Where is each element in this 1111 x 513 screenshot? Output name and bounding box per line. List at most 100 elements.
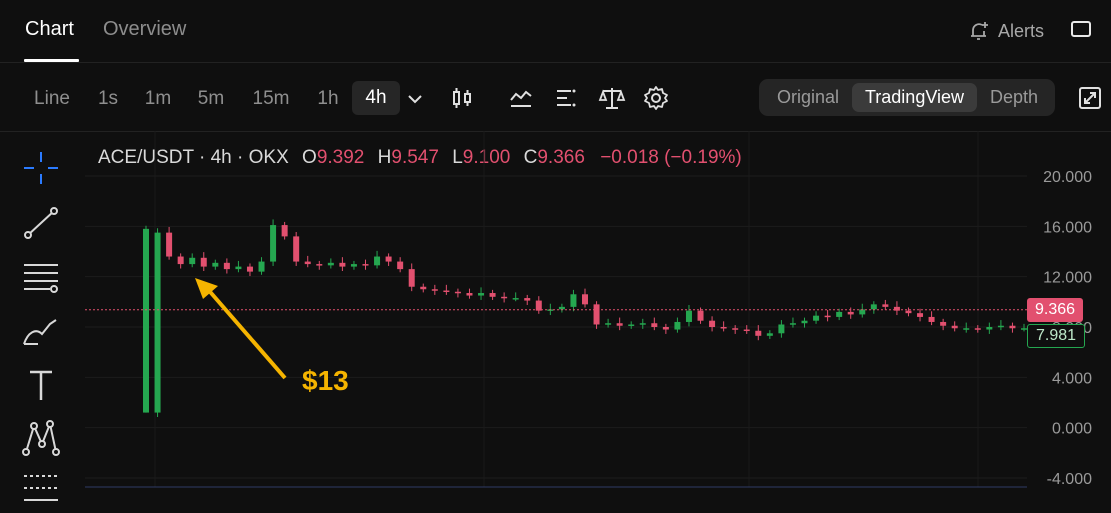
candle-body (166, 232, 173, 257)
candle-body (524, 298, 531, 301)
candle-body (685, 310, 692, 322)
candle-body (813, 315, 820, 321)
bell-plus-icon (971, 22, 988, 40)
interval-1s[interactable]: 1s (92, 86, 124, 112)
candle-body (616, 323, 623, 326)
active-tab-indicator (24, 59, 79, 62)
candle-body (304, 261, 311, 265)
candle-body (466, 293, 473, 296)
view-mode-switch: Original TradingView Depth (759, 79, 1055, 116)
interval-line[interactable]: Line (28, 86, 76, 112)
candle-body (570, 294, 577, 307)
interval-5m[interactable]: 5m (192, 86, 230, 112)
candle-body (212, 262, 219, 267)
candle-body (605, 323, 612, 325)
tab-chart[interactable]: Chart (25, 18, 74, 41)
secondary-price-tag: 7.981 (1027, 324, 1085, 348)
candle-body (997, 325, 1004, 328)
candle-body (350, 264, 357, 267)
candle-body (720, 327, 727, 329)
candle-body (454, 291, 461, 294)
candle-body (986, 327, 993, 330)
candle-body (882, 304, 889, 307)
y-tick-label: -4.000 (1047, 471, 1092, 488)
candle-body (281, 225, 288, 237)
candle-body (316, 264, 323, 266)
candle-body (1009, 325, 1016, 329)
candlestick-icon[interactable] (449, 84, 475, 112)
annotation-arrow (195, 278, 287, 380)
candle-body (339, 262, 346, 267)
interval-4h[interactable]: 4h (352, 81, 400, 115)
tab-overview[interactable]: Overview (103, 18, 186, 41)
y-tick-label: 12.000 (1043, 270, 1092, 287)
candle-body (963, 328, 970, 330)
candle-body (443, 290, 450, 293)
candle-body (801, 320, 808, 324)
candle-body (732, 328, 739, 330)
candle-body (674, 321, 681, 330)
alerts-button[interactable]: Alerts (968, 20, 1044, 42)
interval-15m[interactable]: 15m (246, 86, 296, 112)
candle-body (743, 329, 750, 332)
candle-body (697, 310, 704, 321)
candle-body (385, 256, 392, 262)
y-tick-label: 20.000 (1043, 169, 1092, 186)
gear-icon[interactable] (643, 84, 669, 112)
interval-1h[interactable]: 1h (312, 86, 344, 112)
candlestick-series (143, 219, 1027, 417)
candle-body (535, 300, 542, 311)
candle-body (974, 328, 981, 330)
candle-body (940, 321, 947, 326)
candle-body (327, 262, 334, 266)
candle-body (847, 311, 854, 315)
candle-body (662, 327, 669, 330)
candle-body (558, 306, 565, 310)
list-settings-icon[interactable] (553, 84, 579, 112)
candle-body (362, 264, 369, 266)
candle-body (709, 320, 716, 327)
candle-body (258, 261, 265, 272)
chevron-down-icon[interactable] (402, 84, 428, 112)
candle-body (501, 296, 508, 299)
price-chart[interactable]: 20.00016.00012.0008.0004.0000.000-4.000 (0, 131, 1111, 501)
candle-body (270, 225, 277, 262)
candle-body (755, 330, 762, 336)
candle-body (489, 293, 496, 297)
candle-body (789, 323, 796, 325)
candle-body (870, 304, 877, 310)
candle-body (628, 324, 635, 326)
view-original-button[interactable]: Original (765, 83, 851, 112)
view-depth-button[interactable]: Depth (978, 83, 1050, 112)
candle-body (246, 266, 253, 272)
alerts-label: Alerts (998, 20, 1045, 41)
candle-body (408, 269, 415, 287)
view-tradingview-button[interactable]: TradingView (852, 83, 977, 112)
candle-body (651, 323, 658, 327)
candle-body (177, 256, 184, 265)
fullscreen-icon[interactable] (1078, 86, 1102, 110)
candle-body (431, 289, 438, 291)
candle-body (905, 310, 912, 314)
scale-icon[interactable] (597, 84, 627, 112)
top-bar: Chart Overview Alerts (0, 0, 1111, 63)
candle-body (778, 324, 785, 334)
candle-body (928, 316, 935, 322)
candle-body (420, 286, 427, 290)
candle-body (836, 311, 843, 317)
annotation-label: $13 (302, 365, 349, 396)
indicators-icon[interactable] (508, 84, 534, 112)
candle-body (154, 232, 161, 413)
window-icon[interactable] (1071, 21, 1091, 37)
candle-body (200, 257, 207, 267)
last-price-tag: 9.366 (1027, 298, 1083, 322)
candle-body (478, 293, 485, 296)
candle-body (582, 294, 588, 305)
candle-body (917, 313, 924, 317)
interval-1m[interactable]: 1m (139, 86, 177, 112)
candle-body (374, 256, 381, 266)
candle-body (766, 333, 773, 336)
y-tick-label: 0.000 (1052, 421, 1092, 438)
candle-body (235, 266, 242, 270)
candle-body (143, 228, 149, 413)
